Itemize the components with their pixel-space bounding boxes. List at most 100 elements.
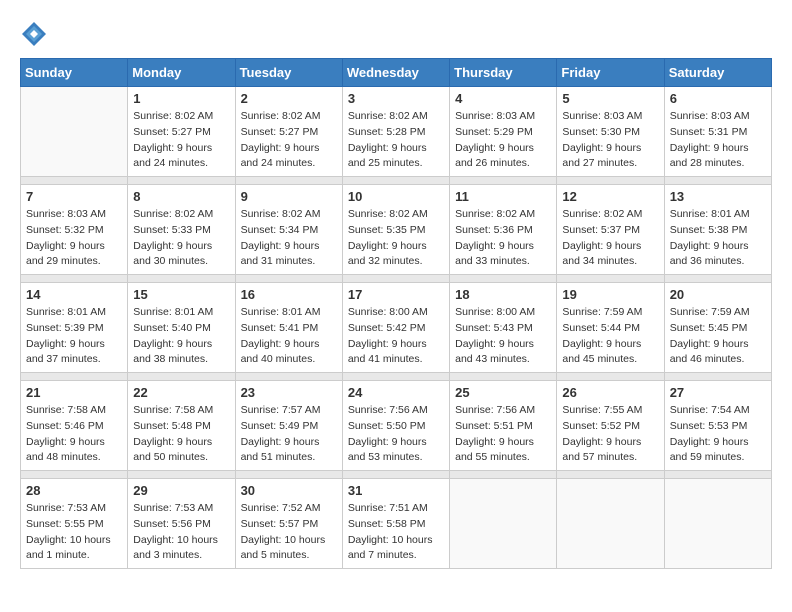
day-info: Sunrise: 8:02 AMSunset: 5:36 PMDaylight:… — [455, 207, 551, 270]
calendar-cell: 21Sunrise: 7:58 AMSunset: 5:46 PMDayligh… — [21, 381, 128, 471]
calendar-cell: 11 Sunrise: 8:02 AMSunset: 5:36 PMDayligh… — [450, 185, 557, 275]
day-info: Sunrise: 7:55 AMSunset: 5:52 PMDaylight:… — [562, 403, 658, 466]
day-info: Sunrise: 8:01 AMSunset: 5:39 PMDaylight:… — [26, 305, 122, 368]
calendar-cell: 24 Sunrise: 7:56 AMSunset: 5:50 PMDayligh… — [342, 381, 449, 471]
day-number: 10 — [348, 189, 444, 204]
calendar-header-row: SundayMondayTuesdayWednesdayThursdayFrid… — [21, 59, 772, 87]
calendar-cell: 12 Sunrise: 8:02 AMSunset: 5:37 PMDayligh… — [557, 185, 664, 275]
day-number: 30 — [241, 483, 337, 498]
day-number: 8 — [133, 189, 229, 204]
calendar-cell: 28Sunrise: 7:53 AMSunset: 5:55 PMDayligh… — [21, 479, 128, 569]
calendar-cell: 6 Sunrise: 8:03 AMSunset: 5:31 PMDaylight… — [664, 87, 771, 177]
weekday-header: Friday — [557, 59, 664, 87]
calendar-cell: 8 Sunrise: 8:02 AMSunset: 5:33 PMDaylight… — [128, 185, 235, 275]
day-number: 20 — [670, 287, 766, 302]
calendar-cell: 1 Sunrise: 8:02 AMSunset: 5:27 PMDaylight… — [128, 87, 235, 177]
day-number: 26 — [562, 385, 658, 400]
day-info: Sunrise: 7:54 AMSunset: 5:53 PMDaylight:… — [670, 403, 766, 466]
day-number: 23 — [241, 385, 337, 400]
day-info: Sunrise: 7:59 AMSunset: 5:44 PMDaylight:… — [562, 305, 658, 368]
day-info: Sunrise: 8:02 AMSunset: 5:33 PMDaylight:… — [133, 207, 229, 270]
logo-icon — [20, 20, 48, 48]
calendar-week-row: 21Sunrise: 7:58 AMSunset: 5:46 PMDayligh… — [21, 381, 772, 471]
calendar-cell: 29 Sunrise: 7:53 AMSunset: 5:56 PMDayligh… — [128, 479, 235, 569]
calendar-cell: 25 Sunrise: 7:56 AMSunset: 5:51 PMDayligh… — [450, 381, 557, 471]
week-separator — [21, 275, 772, 283]
calendar-cell — [557, 479, 664, 569]
calendar-cell: 17 Sunrise: 8:00 AMSunset: 5:42 PMDayligh… — [342, 283, 449, 373]
day-info: Sunrise: 7:59 AMSunset: 5:45 PMDaylight:… — [670, 305, 766, 368]
day-number: 25 — [455, 385, 551, 400]
day-number: 27 — [670, 385, 766, 400]
day-info: Sunrise: 7:57 AMSunset: 5:49 PMDaylight:… — [241, 403, 337, 466]
day-info: Sunrise: 8:00 AMSunset: 5:43 PMDaylight:… — [455, 305, 551, 368]
week-separator — [21, 471, 772, 479]
day-number: 1 — [133, 91, 229, 106]
day-info: Sunrise: 8:02 AMSunset: 5:37 PMDaylight:… — [562, 207, 658, 270]
calendar-cell: 5Sunrise: 8:03 AMSunset: 5:30 PMDaylight… — [557, 87, 664, 177]
calendar-week-row: 1 Sunrise: 8:02 AMSunset: 5:27 PMDaylight… — [21, 87, 772, 177]
calendar-cell — [450, 479, 557, 569]
day-number: 24 — [348, 385, 444, 400]
day-number: 22 — [133, 385, 229, 400]
day-number: 14 — [26, 287, 122, 302]
day-info: Sunrise: 8:02 AMSunset: 5:27 PMDaylight:… — [133, 109, 229, 172]
calendar-cell: 22 Sunrise: 7:58 AMSunset: 5:48 PMDayligh… — [128, 381, 235, 471]
day-number: 5 — [562, 91, 658, 106]
calendar-cell: 14 Sunrise: 8:01 AMSunset: 5:39 PMDayligh… — [21, 283, 128, 373]
calendar-cell: 19 Sunrise: 7:59 AMSunset: 5:44 PMDayligh… — [557, 283, 664, 373]
calendar-cell: 16Sunrise: 8:01 AMSunset: 5:41 PMDayligh… — [235, 283, 342, 373]
weekday-header: Saturday — [664, 59, 771, 87]
day-info: Sunrise: 8:01 AMSunset: 5:40 PMDaylight:… — [133, 305, 229, 368]
weekday-header: Sunday — [21, 59, 128, 87]
calendar-cell: 18 Sunrise: 8:00 AMSunset: 5:43 PMDayligh… — [450, 283, 557, 373]
weekday-header: Thursday — [450, 59, 557, 87]
day-info: Sunrise: 7:53 AMSunset: 5:56 PMDaylight:… — [133, 501, 229, 564]
day-number: 29 — [133, 483, 229, 498]
day-number: 19 — [562, 287, 658, 302]
calendar-week-row: 28Sunrise: 7:53 AMSunset: 5:55 PMDayligh… — [21, 479, 772, 569]
day-number: 12 — [562, 189, 658, 204]
calendar-cell: 2Sunrise: 8:02 AMSunset: 5:27 PMDaylight… — [235, 87, 342, 177]
day-number: 15 — [133, 287, 229, 302]
day-info: Sunrise: 8:02 AMSunset: 5:34 PMDaylight:… — [241, 207, 337, 270]
calendar: SundayMondayTuesdayWednesdayThursdayFrid… — [20, 58, 772, 569]
day-info: Sunrise: 7:58 AMSunset: 5:48 PMDaylight:… — [133, 403, 229, 466]
day-info: Sunrise: 8:01 AMSunset: 5:41 PMDaylight:… — [241, 305, 337, 368]
weekday-header: Tuesday — [235, 59, 342, 87]
day-info: Sunrise: 8:03 AMSunset: 5:31 PMDaylight:… — [670, 109, 766, 172]
day-number: 2 — [241, 91, 337, 106]
day-number: 7 — [26, 189, 122, 204]
day-number: 6 — [670, 91, 766, 106]
calendar-cell: 15 Sunrise: 8:01 AMSunset: 5:40 PMDayligh… — [128, 283, 235, 373]
day-info: Sunrise: 7:53 AMSunset: 5:55 PMDaylight:… — [26, 501, 122, 564]
day-number: 3 — [348, 91, 444, 106]
page-header — [20, 20, 772, 48]
day-number: 4 — [455, 91, 551, 106]
weekday-header: Wednesday — [342, 59, 449, 87]
calendar-cell: 4Sunrise: 8:03 AMSunset: 5:29 PMDaylight… — [450, 87, 557, 177]
day-info: Sunrise: 8:00 AMSunset: 5:42 PMDaylight:… — [348, 305, 444, 368]
day-info: Sunrise: 7:56 AMSunset: 5:50 PMDaylight:… — [348, 403, 444, 466]
calendar-cell — [21, 87, 128, 177]
calendar-cell: 10 Sunrise: 8:02 AMSunset: 5:35 PMDayligh… — [342, 185, 449, 275]
day-info: Sunrise: 7:56 AMSunset: 5:51 PMDaylight:… — [455, 403, 551, 466]
calendar-cell: 3 Sunrise: 8:02 AMSunset: 5:28 PMDaylight… — [342, 87, 449, 177]
day-info: Sunrise: 8:02 AMSunset: 5:28 PMDaylight:… — [348, 109, 444, 172]
calendar-cell: 27 Sunrise: 7:54 AMSunset: 5:53 PMDayligh… — [664, 381, 771, 471]
calendar-cell: 7 Sunrise: 8:03 AMSunset: 5:32 PMDaylight… — [21, 185, 128, 275]
day-info: Sunrise: 7:58 AMSunset: 5:46 PMDaylight:… — [26, 403, 122, 466]
week-separator — [21, 177, 772, 185]
day-info: Sunrise: 8:01 AMSunset: 5:38 PMDaylight:… — [670, 207, 766, 270]
calendar-cell — [664, 479, 771, 569]
day-info: Sunrise: 8:03 AMSunset: 5:32 PMDaylight:… — [26, 207, 122, 270]
day-number: 11 — [455, 189, 551, 204]
day-number: 17 — [348, 287, 444, 302]
calendar-cell: 26 Sunrise: 7:55 AMSunset: 5:52 PMDayligh… — [557, 381, 664, 471]
calendar-cell: 9 Sunrise: 8:02 AMSunset: 5:34 PMDaylight… — [235, 185, 342, 275]
day-number: 9 — [241, 189, 337, 204]
day-info: Sunrise: 8:02 AMSunset: 5:35 PMDaylight:… — [348, 207, 444, 270]
day-number: 31 — [348, 483, 444, 498]
day-number: 18 — [455, 287, 551, 302]
logo — [20, 20, 52, 48]
